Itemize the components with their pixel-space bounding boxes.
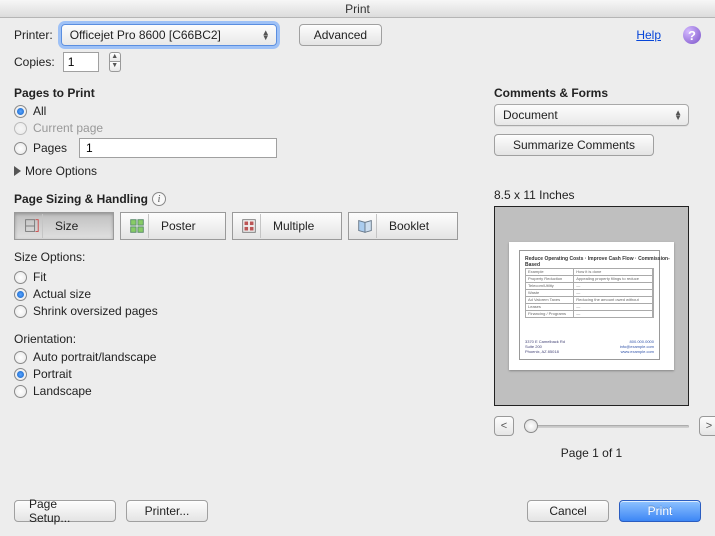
page-indicator: Page 1 of 1 — [561, 446, 622, 460]
stepper-up-icon[interactable]: ▲ — [109, 52, 121, 62]
pages-to-print-heading: Pages to Print — [14, 86, 474, 100]
select-arrows-icon: ▲▼ — [674, 110, 682, 120]
preview-next-button[interactable]: > — [699, 416, 715, 436]
more-options-disclosure[interactable]: More Options — [14, 164, 474, 178]
advanced-button[interactable]: Advanced — [299, 24, 382, 46]
window-titlebar: Print — [0, 0, 715, 18]
disclosure-triangle-icon — [14, 166, 21, 176]
cancel-button[interactable]: Cancel — [527, 500, 609, 522]
booklet-icon — [353, 214, 377, 238]
radio-shrink[interactable] — [14, 305, 27, 318]
radio-current-page[interactable] — [14, 122, 27, 135]
radio-fit-label: Fit — [33, 270, 46, 284]
chevron-right-icon: > — [706, 420, 712, 432]
radio-pages[interactable] — [14, 142, 27, 155]
page-setup-button[interactable]: Page Setup... — [14, 500, 116, 522]
comments-forms-heading: Comments & Forms — [494, 86, 715, 100]
sizing-heading: Page Sizing & Handling — [14, 192, 148, 206]
preview-page: Reduce Operating Costs · Improve Cash Fl… — [509, 242, 674, 370]
select-arrows-icon: ▲▼ — [262, 30, 270, 40]
radio-actual-size-label: Actual size — [33, 287, 91, 301]
radio-auto-orientation[interactable] — [14, 351, 27, 364]
radio-portrait-label: Portrait — [33, 367, 72, 381]
multiple-icon — [237, 214, 261, 238]
print-preview: Reduce Operating Costs · Improve Cash Fl… — [494, 206, 689, 406]
preview-zoom-slider[interactable] — [524, 418, 689, 434]
comments-forms-value: Document — [503, 108, 558, 122]
preview-prev-button[interactable]: < — [494, 416, 514, 436]
help-icon[interactable]: ? — [683, 26, 701, 44]
copies-stepper[interactable]: ▲ ▼ — [109, 52, 121, 72]
radio-pages-label: Pages — [33, 141, 73, 155]
radio-fit[interactable] — [14, 271, 27, 284]
radio-current-page-label: Current page — [33, 121, 103, 135]
more-options-label: More Options — [25, 164, 97, 178]
tab-size[interactable]: Size — [14, 212, 114, 240]
stepper-down-icon[interactable]: ▼ — [109, 62, 121, 72]
size-options-label: Size Options: — [14, 250, 474, 264]
radio-shrink-label: Shrink oversized pages — [33, 304, 158, 318]
window-title: Print — [345, 2, 370, 16]
copies-label: Copies: — [14, 55, 55, 69]
chevron-left-icon: < — [501, 420, 507, 432]
comments-forms-select[interactable]: Document ▲▼ — [494, 104, 689, 126]
printer-settings-button[interactable]: Printer... — [126, 500, 208, 522]
radio-landscape[interactable] — [14, 385, 27, 398]
size-icon — [19, 214, 43, 238]
pages-range-input[interactable] — [79, 138, 277, 158]
tab-booklet[interactable]: Booklet — [348, 212, 458, 240]
printer-select[interactable]: Officejet Pro 8600 [C66BC2] ▲▼ — [61, 24, 277, 46]
radio-auto-orientation-label: Auto portrait/landscape — [33, 350, 156, 364]
print-button[interactable]: Print — [619, 500, 701, 522]
radio-actual-size[interactable] — [14, 288, 27, 301]
poster-icon — [125, 214, 149, 238]
tab-multiple[interactable]: Multiple — [232, 212, 342, 240]
printer-label: Printer: — [14, 28, 53, 42]
tab-poster[interactable]: Poster — [120, 212, 226, 240]
info-icon[interactable]: i — [152, 192, 166, 206]
preview-dimensions: 8.5 x 11 Inches — [494, 188, 715, 202]
printer-select-value: Officejet Pro 8600 [C66BC2] — [70, 28, 221, 42]
radio-all-label: All — [33, 104, 46, 118]
slider-thumb[interactable] — [524, 419, 538, 433]
radio-portrait[interactable] — [14, 368, 27, 381]
orientation-heading: Orientation: — [14, 332, 474, 346]
radio-all[interactable] — [14, 105, 27, 118]
summarize-comments-button[interactable]: Summarize Comments — [494, 134, 654, 156]
help-link[interactable]: Help — [636, 28, 661, 42]
copies-input[interactable] — [63, 52, 99, 72]
radio-landscape-label: Landscape — [33, 384, 92, 398]
